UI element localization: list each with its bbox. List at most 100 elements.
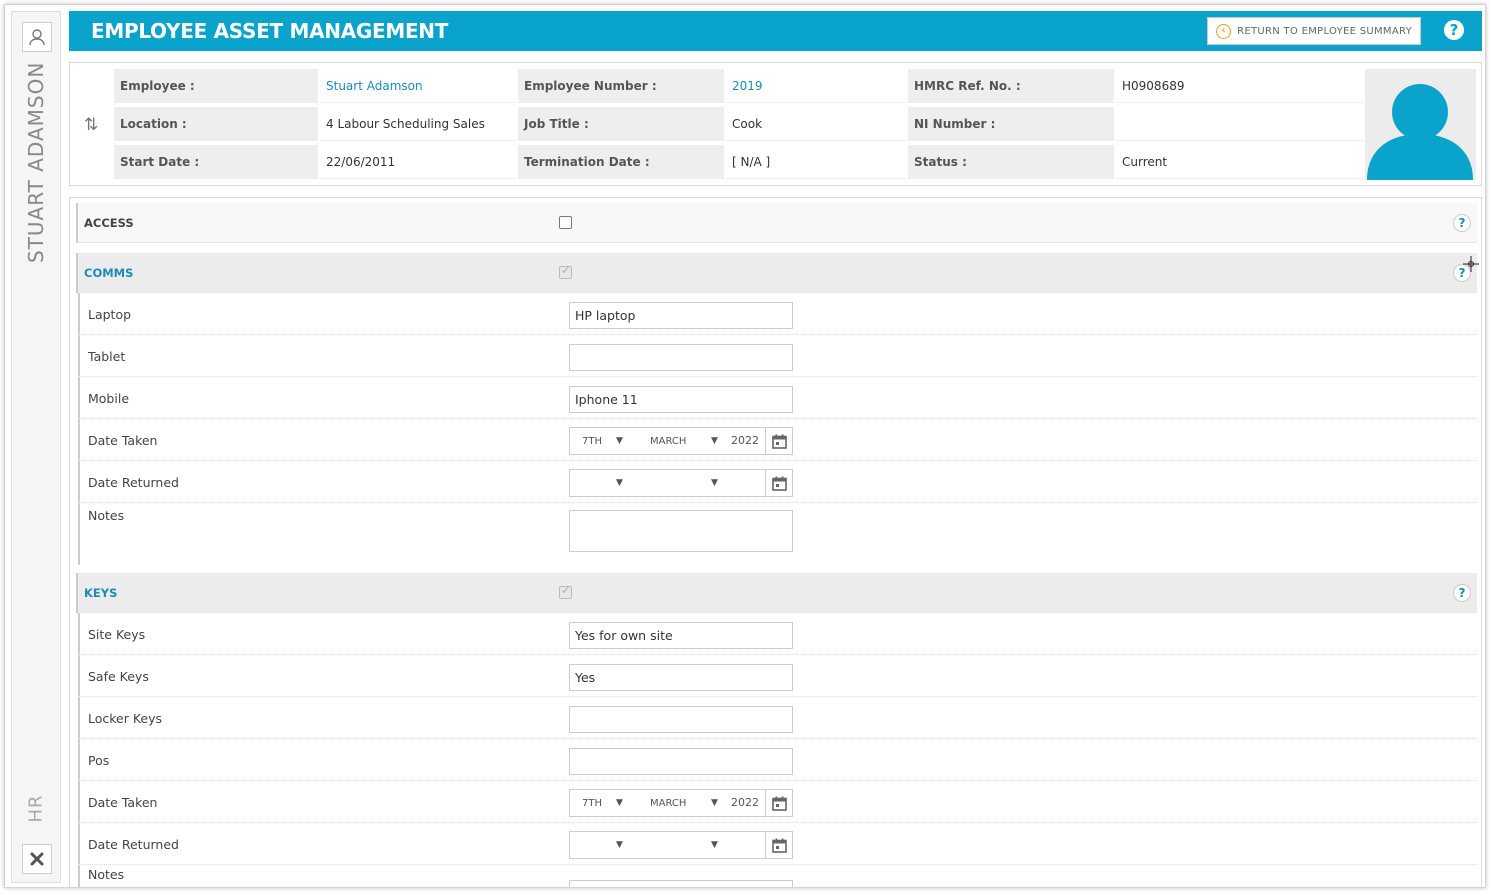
help-icon[interactable]: ? xyxy=(1444,20,1464,40)
location-value: 4 Labour Scheduling Sales xyxy=(320,107,516,141)
site-keys-label: Site Keys xyxy=(88,627,146,642)
chevron-down-icon: ▼ xyxy=(711,840,718,850)
chevron-down-icon: ▼ xyxy=(711,798,718,808)
close-icon[interactable] xyxy=(22,844,52,874)
keys-checkbox[interactable] xyxy=(559,584,572,599)
calendar-icon[interactable] xyxy=(765,428,792,454)
date-taken-label: Date Taken xyxy=(88,795,158,810)
employee-number-value[interactable]: 2019 xyxy=(726,69,906,103)
laptop-input[interactable]: HP laptop xyxy=(569,302,793,329)
locker-keys-label: Locker Keys xyxy=(88,711,163,726)
asset-form: ACCESS ? COMMS ? Laptop HP laptop Tablet… xyxy=(69,197,1482,887)
tablet-label: Tablet xyxy=(88,349,126,364)
keys-help-icon[interactable]: ? xyxy=(1453,584,1471,602)
comms-checkbox[interactable] xyxy=(559,264,572,279)
form-row-date-returned: Date Returned ▼ ▼ xyxy=(78,461,1477,503)
safe-keys-label: Safe Keys xyxy=(88,669,149,684)
side-panel: STUART ADAMSON HR xyxy=(11,11,61,883)
form-row-notes: Notes xyxy=(78,503,1477,565)
status-value: Current xyxy=(1116,145,1364,179)
employee-name-vertical: STUART ADAMSON xyxy=(24,61,48,263)
employee-info-panel: ⇅ Employee : Stuart Adamson Employee Num… xyxy=(69,62,1482,186)
start-date-value: 22/06/2011 xyxy=(320,145,516,179)
date-returned-label: Date Returned xyxy=(88,837,179,852)
mobile-label: Mobile xyxy=(88,391,130,406)
calendar-icon[interactable] xyxy=(765,470,792,496)
chevron-down-icon: ▼ xyxy=(711,478,718,488)
form-row-keys-date-taken: Date Taken 7TH ▼ MARCH ▼ 2022 xyxy=(78,781,1477,823)
employee-name-value[interactable]: Stuart Adamson xyxy=(320,69,516,103)
chevron-down-icon: ▼ xyxy=(616,436,623,446)
form-row-tablet: Tablet xyxy=(78,335,1477,377)
form-row-laptop: Laptop HP laptop xyxy=(78,293,1477,335)
section-label-vertical: HR xyxy=(25,794,47,823)
notes-label: Notes xyxy=(88,867,125,882)
crosshair-cursor-icon xyxy=(1463,256,1479,272)
section-keys-label: KEYS xyxy=(84,586,118,600)
section-comms-label: COMMS xyxy=(84,266,134,280)
mobile-input[interactable]: Iphone 11 xyxy=(569,386,793,413)
form-row-mobile: Mobile Iphone 11 xyxy=(78,377,1477,419)
back-arrow-icon: ‹ xyxy=(1216,23,1232,39)
section-access: ACCESS ? xyxy=(76,203,1477,243)
form-row-keys-date-returned: Date Returned ▼ ▼ xyxy=(78,823,1477,865)
page-title: EMPLOYEE ASSET MANAGEMENT xyxy=(91,19,449,43)
safe-keys-input[interactable]: Yes xyxy=(569,664,793,691)
employee-number-label: Employee Number : xyxy=(518,69,724,103)
access-help-icon[interactable]: ? xyxy=(1453,214,1471,232)
section-comms: COMMS ? xyxy=(76,253,1477,293)
notes-textarea[interactable] xyxy=(569,510,793,552)
laptop-label: Laptop xyxy=(88,307,132,322)
date-returned-label: Date Returned xyxy=(88,475,179,490)
form-row-keys-notes: Notes xyxy=(78,865,1477,887)
section-access-label: ACCESS xyxy=(84,215,134,230)
date-taken-picker[interactable]: 7TH ▼ MARCH ▼ 2022 xyxy=(569,789,793,817)
notes-label: Notes xyxy=(88,508,125,523)
employee-label: Employee : xyxy=(114,69,318,103)
form-row-site-keys: Site Keys Yes for own site xyxy=(78,613,1477,655)
pos-input[interactable] xyxy=(569,748,793,775)
swap-icon[interactable]: ⇅ xyxy=(84,115,98,135)
section-keys: KEYS ? xyxy=(76,573,1477,613)
date-returned-picker[interactable]: ▼ ▼ xyxy=(569,831,793,859)
hmrc-label: HMRC Ref. No. : xyxy=(908,69,1114,103)
status-label: Status : xyxy=(908,145,1114,179)
hmrc-value: H0908689 xyxy=(1116,69,1364,103)
calendar-icon[interactable] xyxy=(765,832,792,858)
chevron-down-icon: ▼ xyxy=(711,436,718,446)
job-title-label: Job Title : xyxy=(518,107,724,141)
chevron-down-icon: ▼ xyxy=(616,798,623,808)
termination-date-value: [ N/A ] xyxy=(726,145,906,179)
chevron-down-icon: ▼ xyxy=(616,478,623,488)
calendar-icon[interactable] xyxy=(765,790,792,816)
return-button-label: RETURN TO EMPLOYEE SUMMARY xyxy=(1237,25,1412,37)
location-label: Location : xyxy=(114,107,318,141)
access-checkbox[interactable] xyxy=(559,216,572,229)
form-row-locker-keys: Locker Keys xyxy=(78,697,1477,739)
month-select[interactable]: MARCH xyxy=(650,436,686,447)
tablet-input[interactable] xyxy=(569,344,793,371)
start-date-label: Start Date : xyxy=(114,145,318,179)
date-returned-picker[interactable]: ▼ ▼ xyxy=(569,469,793,497)
day-select[interactable]: 7TH xyxy=(582,798,602,809)
termination-date-label: Termination Date : xyxy=(518,145,724,179)
form-row-pos: Pos xyxy=(78,739,1477,781)
month-select[interactable]: MARCH xyxy=(650,798,686,809)
date-taken-picker[interactable]: 7TH ▼ MARCH ▼ 2022 xyxy=(569,427,793,455)
user-icon[interactable] xyxy=(22,22,52,52)
notes-textarea[interactable] xyxy=(569,880,793,887)
ni-number-value xyxy=(1116,107,1364,141)
return-to-summary-button[interactable]: ‹ RETURN TO EMPLOYEE SUMMARY xyxy=(1207,17,1421,45)
day-select[interactable]: 7TH xyxy=(582,436,602,447)
window-frame: STUART ADAMSON HR EMPLOYEE ASSET MANAGEM… xyxy=(4,4,1486,888)
avatar xyxy=(1365,69,1476,180)
person-silhouette-icon xyxy=(1367,84,1473,180)
title-bar: EMPLOYEE ASSET MANAGEMENT ‹ RETURN TO EM… xyxy=(69,11,1482,51)
year-input[interactable]: 2022 xyxy=(731,434,759,447)
ni-number-label: NI Number : xyxy=(908,107,1114,141)
year-input[interactable]: 2022 xyxy=(731,796,759,809)
site-keys-input[interactable]: Yes for own site xyxy=(569,622,793,649)
form-row-date-taken: Date Taken 7TH ▼ MARCH ▼ 2022 xyxy=(78,419,1477,461)
locker-keys-input[interactable] xyxy=(569,706,793,733)
chevron-down-icon: ▼ xyxy=(616,840,623,850)
